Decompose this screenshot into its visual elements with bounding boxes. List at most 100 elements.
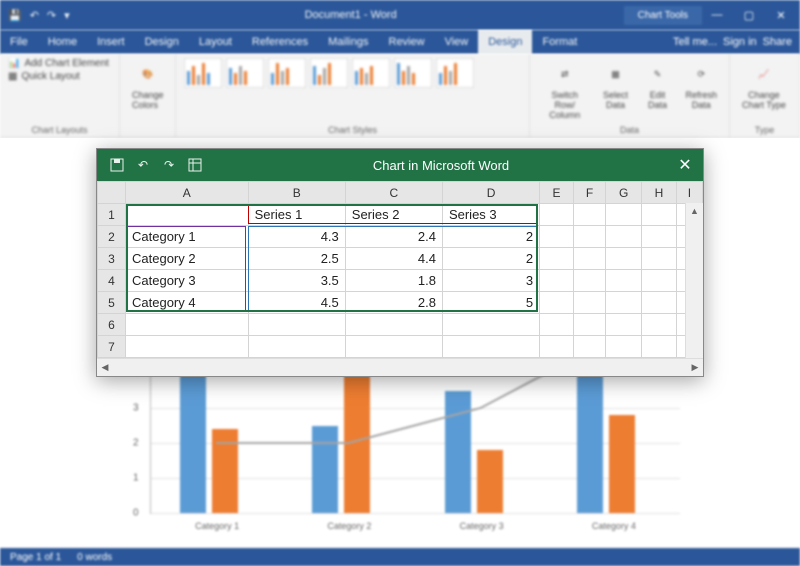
- bar[interactable]: [477, 450, 503, 513]
- cell[interactable]: 4.3: [248, 226, 345, 248]
- chart-style-7[interactable]: [436, 58, 474, 88]
- spreadsheet-grid[interactable]: ABCDEFGHI1Series 1Series 2Series 32Categ…: [97, 181, 703, 358]
- share-button[interactable]: Share: [763, 36, 792, 48]
- save-icon[interactable]: 💾: [8, 9, 22, 22]
- excel-redo-icon[interactable]: ↷: [161, 157, 177, 173]
- cell[interactable]: [606, 270, 642, 292]
- bar[interactable]: [609, 415, 635, 513]
- bar[interactable]: [344, 359, 370, 513]
- cell[interactable]: [126, 204, 249, 226]
- cell[interactable]: [540, 336, 574, 358]
- column-header[interactable]: D: [442, 182, 539, 204]
- tab-references[interactable]: References: [242, 30, 318, 54]
- cell[interactable]: 2: [442, 226, 539, 248]
- column-header[interactable]: I: [676, 182, 702, 204]
- excel-undo-icon[interactable]: ↶: [135, 157, 151, 173]
- cell[interactable]: [606, 336, 642, 358]
- tab-file[interactable]: File: [0, 30, 38, 54]
- cell[interactable]: [642, 204, 677, 226]
- tab-insert[interactable]: Insert: [87, 30, 135, 54]
- tab-design[interactable]: Design: [478, 30, 532, 54]
- close-button[interactable]: ✕: [766, 4, 796, 26]
- cell[interactable]: [642, 314, 677, 336]
- cell[interactable]: 5: [442, 292, 539, 314]
- cell[interactable]: [573, 292, 606, 314]
- minimize-button[interactable]: —: [702, 4, 732, 26]
- cell[interactable]: 2.4: [345, 226, 442, 248]
- cell[interactable]: [573, 226, 606, 248]
- cell[interactable]: [573, 336, 606, 358]
- quick-layout-button[interactable]: ▦Quick Layout: [8, 71, 109, 82]
- cell[interactable]: 4.5: [248, 292, 345, 314]
- row-header[interactable]: 4: [98, 270, 126, 292]
- bar[interactable]: [180, 363, 206, 514]
- bar[interactable]: [577, 356, 603, 514]
- chart-style-6[interactable]: [394, 58, 432, 88]
- cell[interactable]: [540, 270, 574, 292]
- redo-icon[interactable]: ↷: [47, 9, 56, 22]
- cell[interactable]: 2.8: [345, 292, 442, 314]
- vertical-scrollbar[interactable]: ▲: [685, 203, 703, 358]
- row-header[interactable]: 2: [98, 226, 126, 248]
- row-header[interactable]: 3: [98, 248, 126, 270]
- chart-style-1[interactable]: [184, 58, 222, 88]
- cell[interactable]: [540, 248, 574, 270]
- column-header[interactable]: F: [573, 182, 606, 204]
- chart-style-2[interactable]: [226, 58, 264, 88]
- cell[interactable]: [642, 248, 677, 270]
- change-colors-button[interactable]: 🎨Change Colors: [128, 58, 168, 112]
- qat-more-icon[interactable]: ▾: [64, 9, 70, 22]
- edit-data-button[interactable]: ✎Edit Data: [639, 58, 675, 112]
- refresh-data-button[interactable]: ⟳Refresh Data: [681, 58, 721, 112]
- signin-link[interactable]: Sign in: [723, 36, 757, 48]
- cell[interactable]: [126, 336, 249, 358]
- column-header[interactable]: H: [642, 182, 677, 204]
- excel-table-icon[interactable]: [187, 157, 203, 173]
- cell[interactable]: [540, 226, 574, 248]
- cell[interactable]: Series 3: [442, 204, 539, 226]
- cell[interactable]: [573, 248, 606, 270]
- cell[interactable]: [606, 204, 642, 226]
- change-chart-type-button[interactable]: 📈Change Chart Type: [738, 58, 790, 112]
- cell[interactable]: [540, 292, 574, 314]
- cell[interactable]: [573, 204, 606, 226]
- tab-design-doc[interactable]: Design: [135, 30, 189, 54]
- cell[interactable]: [345, 336, 442, 358]
- cell[interactable]: [248, 314, 345, 336]
- chart-style-4[interactable]: [310, 58, 348, 88]
- cell[interactable]: 2.5: [248, 248, 345, 270]
- row-header[interactable]: 5: [98, 292, 126, 314]
- cell[interactable]: [248, 336, 345, 358]
- cell[interactable]: 1.8: [345, 270, 442, 292]
- maximize-button[interactable]: ▢: [734, 4, 764, 26]
- cell[interactable]: Series 1: [248, 204, 345, 226]
- cell[interactable]: 2: [442, 248, 539, 270]
- bar[interactable]: [212, 429, 238, 513]
- cell[interactable]: [442, 314, 539, 336]
- tab-view[interactable]: View: [435, 30, 479, 54]
- cell[interactable]: Category 1: [126, 226, 249, 248]
- cell[interactable]: Series 2: [345, 204, 442, 226]
- cell[interactable]: [642, 226, 677, 248]
- scroll-right-icon[interactable]: ▶: [687, 360, 703, 376]
- tab-home[interactable]: Home: [38, 30, 87, 54]
- cell[interactable]: Category 2: [126, 248, 249, 270]
- tab-layout[interactable]: Layout: [189, 30, 242, 54]
- tell-me-search[interactable]: Tell me...: [673, 36, 717, 48]
- column-header[interactable]: A: [126, 182, 249, 204]
- page-indicator[interactable]: Page 1 of 1: [10, 552, 61, 563]
- chart-style-3[interactable]: [268, 58, 306, 88]
- cell[interactable]: 4.4: [345, 248, 442, 270]
- bar[interactable]: [445, 391, 471, 514]
- column-header[interactable]: C: [345, 182, 442, 204]
- horizontal-scrollbar[interactable]: ◀ ▶: [97, 358, 703, 376]
- select-data-button[interactable]: ▦Select Data: [597, 58, 633, 112]
- row-header[interactable]: 7: [98, 336, 126, 358]
- cell[interactable]: Category 3: [126, 270, 249, 292]
- cell[interactable]: [442, 336, 539, 358]
- cell[interactable]: [606, 314, 642, 336]
- cell[interactable]: [606, 248, 642, 270]
- cell[interactable]: [606, 292, 642, 314]
- cell[interactable]: [126, 314, 249, 336]
- excel-close-button[interactable]: ✕: [667, 149, 703, 181]
